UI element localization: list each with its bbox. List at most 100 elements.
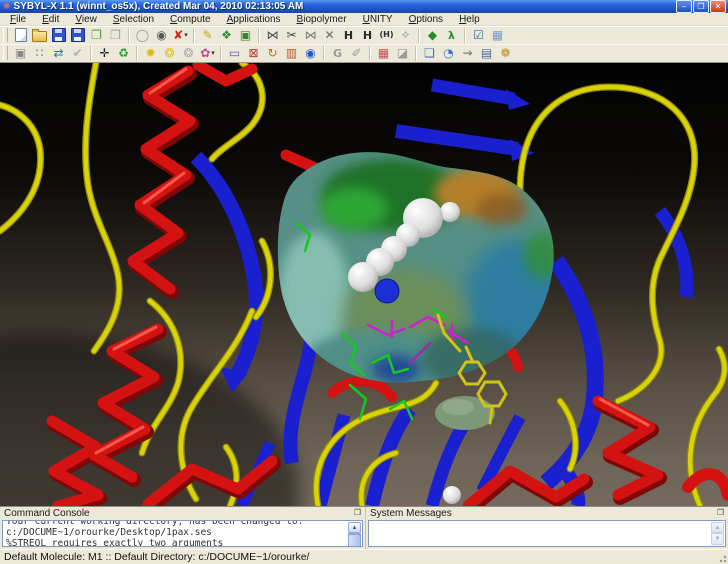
display-screen-icon[interactable]: ▣	[11, 45, 30, 61]
clear-selection-icon[interactable]: ⊠	[244, 45, 263, 61]
system-messages-output[interactable]: ▲ ▼	[368, 520, 726, 547]
bond-join-icon[interactable]: ⋈	[301, 27, 320, 43]
float-panel-icon[interactable]: ❐	[354, 509, 361, 517]
system-messages-scrollbar[interactable]: ▲ ▼	[711, 522, 724, 545]
console-line: c:/DOCUME~1/orourke/Desktop/1pax.ses	[6, 527, 346, 538]
toolbar-grip[interactable]	[3, 46, 8, 60]
menu-view[interactable]: View	[67, 14, 105, 25]
hydrogens-icon[interactable]: H	[358, 27, 377, 43]
clear-selection-icon: ⊠	[248, 47, 258, 59]
menu-selection[interactable]: Selection	[105, 14, 162, 25]
move-tool-icon[interactable]: ✛	[95, 45, 114, 61]
add-hydrogens-icon[interactable]: H	[339, 27, 358, 43]
eraser-icon[interactable]: ✐	[347, 45, 366, 61]
delete-icon[interactable]: ✘▾	[171, 27, 190, 43]
disabled-tool-icon[interactable]: ◪	[393, 45, 412, 61]
render-paint-icon[interactable]: ❁	[496, 45, 515, 61]
menu-biopolymer[interactable]: Biopolymer	[289, 14, 355, 25]
resize-grip[interactable]	[715, 551, 727, 563]
spreadsheet-icon: ▦	[378, 47, 389, 59]
undo-ring-icon[interactable]: ◯	[133, 27, 152, 43]
bond-cut-icon[interactable]: ✂	[282, 27, 301, 43]
title-bar[interactable]: ✳ SYBYL-X 1.1 (winnt_os5x), Created Mar …	[0, 0, 728, 13]
new-file-icon	[15, 28, 27, 42]
globe-render-icon[interactable]: ◉	[301, 45, 320, 61]
menu-file[interactable]: File	[2, 14, 34, 25]
menu-options[interactable]: Options	[401, 14, 451, 25]
menu-compute[interactable]: Compute	[162, 14, 219, 25]
sync-views-icon: ⇄	[53, 47, 63, 59]
export-file-icon[interactable]: ❐	[106, 27, 125, 43]
fit-view-icon[interactable]: ▣	[236, 27, 255, 43]
light-off-icon[interactable]: ❂	[179, 45, 198, 61]
command-console-title: Command Console	[4, 508, 90, 519]
view-molecule-box-icon: ❖	[221, 29, 232, 41]
menu-edit[interactable]: Edit	[34, 14, 67, 25]
snapshot-camera-icon: ◉	[156, 29, 166, 41]
link-tool-icon[interactable]: ⇝	[458, 45, 477, 61]
toolbar-separator	[464, 28, 466, 43]
toolbar-row-2: ▣∷⇄✔✛♻✹❂❂✿▾▭⊠↻▥◉G✐▦◪❏◔⇝▤❁	[0, 44, 728, 63]
select-rectangle-icon[interactable]: ▭	[225, 45, 244, 61]
clock-monitor-icon[interactable]: ◔	[439, 45, 458, 61]
scroll-down-icon[interactable]: ▼	[711, 533, 724, 544]
grid-g-icon[interactable]: G	[328, 45, 347, 61]
bond-tool-icon[interactable]: ⋈	[263, 27, 282, 43]
scroll-up-icon[interactable]: ▲	[348, 522, 361, 533]
recycle-icon[interactable]: ♻	[114, 45, 133, 61]
3d-viewport[interactable]	[0, 63, 728, 506]
menu-help[interactable]: Help	[451, 14, 488, 25]
unity-gem-icon: ◆	[428, 29, 437, 41]
view-molecule-box-icon[interactable]: ❖	[217, 27, 236, 43]
new-file-icon[interactable]	[11, 27, 30, 43]
add-hydrogens-icon: H	[344, 30, 353, 41]
key-tool-icon[interactable]: ✧	[396, 27, 415, 43]
apply-check-icon[interactable]: ✔	[68, 45, 87, 61]
save-as-icon	[71, 28, 85, 42]
minimize-button[interactable]: –	[676, 0, 692, 13]
bond-delete-icon[interactable]: ✕	[320, 27, 339, 43]
add-light-icon[interactable]: ✹	[141, 45, 160, 61]
restore-button[interactable]: ❐	[693, 0, 709, 13]
fit-view-icon: ▣	[240, 29, 251, 41]
open-file-icon[interactable]	[30, 27, 49, 43]
console-scrollbar[interactable]: ▲ ▼	[348, 522, 361, 545]
biopolymer-tool-icon[interactable]: λ	[442, 27, 461, 43]
checklist-icon[interactable]: ☑	[469, 27, 488, 43]
selection-brackets-icon[interactable]: ∷	[30, 45, 49, 61]
unity-gem-icon[interactable]: ◆	[423, 27, 442, 43]
globe-render-icon: ◉	[305, 47, 315, 59]
menu-applications[interactable]: Applications	[219, 14, 289, 25]
color-palette-icon[interactable]: ✿▾	[198, 45, 217, 61]
clock-monitor-icon: ◔	[443, 47, 453, 59]
cascade-windows-icon[interactable]: ❏	[420, 45, 439, 61]
command-console-output[interactable]: Your current working directory, has been…	[2, 520, 363, 547]
toolbar-grip[interactable]	[3, 28, 8, 42]
float-panel-icon[interactable]: ❐	[717, 509, 724, 517]
save-icon[interactable]	[49, 27, 68, 43]
table-icon[interactable]: ▦	[488, 27, 507, 43]
close-button[interactable]: ✕	[710, 0, 726, 13]
command-console-header[interactable]: Command Console ❐	[2, 507, 363, 520]
scroll-thumb[interactable]	[348, 534, 361, 547]
save-as-icon[interactable]	[68, 27, 87, 43]
import-file-icon[interactable]: ❐	[87, 27, 106, 43]
system-messages-panel: System Messages ❐ ▲ ▼	[365, 507, 728, 549]
snapshot-camera-icon[interactable]: ◉	[152, 27, 171, 43]
screen-capture-icon[interactable]: ▥	[282, 45, 301, 61]
system-messages-header[interactable]: System Messages ❐	[368, 507, 726, 520]
menu-unity[interactable]: UNITY	[355, 14, 401, 25]
status-text: Default Molecule: M1 :: Default Director…	[4, 551, 309, 563]
light-on-icon[interactable]: ❂	[160, 45, 179, 61]
scroll-up-icon[interactable]: ▲	[711, 522, 724, 533]
undo-ring-icon: ◯	[136, 29, 149, 41]
sync-views-icon[interactable]: ⇄	[49, 45, 68, 61]
dropdown-arrow-icon[interactable]: ▾	[184, 31, 188, 39]
spreadsheet-icon[interactable]: ▦	[374, 45, 393, 61]
monitor-chart-icon[interactable]: ▤	[477, 45, 496, 61]
sketch-pencil-icon[interactable]: ✎	[198, 27, 217, 43]
redraw-icon[interactable]: ↻	[263, 45, 282, 61]
hide-hydrogens-icon[interactable]: (H)	[377, 27, 396, 43]
dropdown-arrow-icon[interactable]: ▾	[211, 49, 215, 57]
color-palette-icon: ✿	[200, 47, 210, 59]
